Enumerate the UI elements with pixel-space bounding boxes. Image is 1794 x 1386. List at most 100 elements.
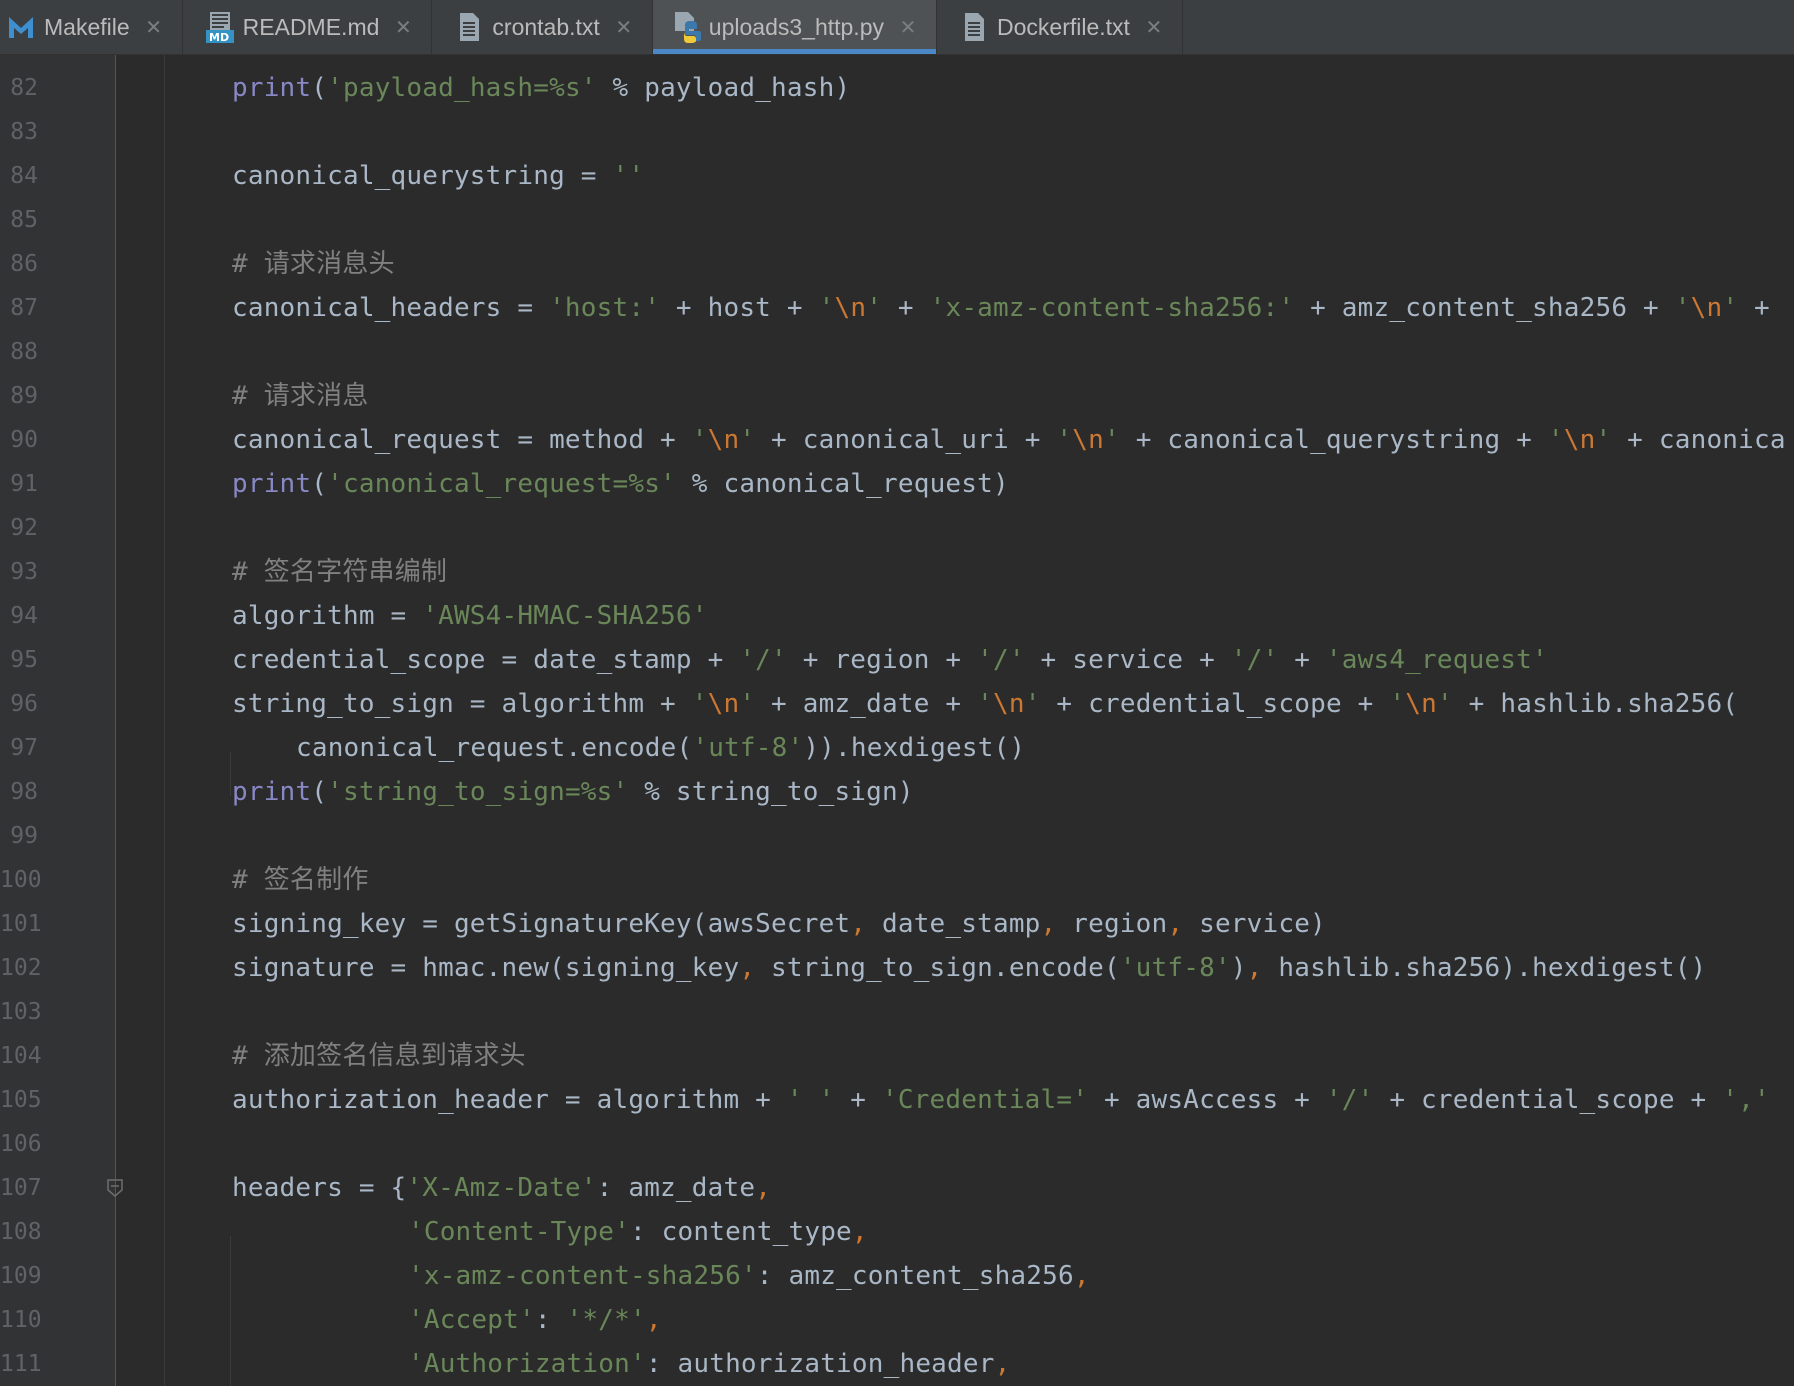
code-line: 97 canonical_request.encode('utf-8')).he… <box>0 726 1794 770</box>
code-text: 'Content-Type': content_type, <box>408 1217 868 1247</box>
line-number: 93 <box>10 559 38 585</box>
tab-label: Makefile <box>44 13 130 40</box>
line-number: 107 <box>0 1175 42 1201</box>
close-icon[interactable]: ✕ <box>144 15 164 39</box>
line-number: 104 <box>0 1043 42 1069</box>
line-number: 111 <box>0 1351 42 1377</box>
code-text: string_to_sign = algorithm + '\n' + amz_… <box>232 689 1739 719</box>
makefile-icon <box>6 11 36 43</box>
code-comment: # 签名字符串编制 <box>232 557 448 587</box>
code-line: 95 credential_scope = date_stamp + '/' +… <box>0 638 1794 682</box>
code-line: 91 print('canonical_request=%s' % canoni… <box>0 462 1794 506</box>
code-line: 92 <box>0 506 1794 550</box>
line-number: 99 <box>10 823 38 849</box>
code-line: 106 <box>0 1122 1794 1166</box>
line-number: 105 <box>0 1087 42 1113</box>
code-comment: # 添加签名信息到请求头 <box>232 1041 526 1071</box>
code-text: print('canonical_request=%s' % canonical… <box>232 469 1009 499</box>
code-line: 86 # 请求消息头 <box>0 242 1794 286</box>
code-text: 'Accept': '*/*', <box>408 1305 662 1335</box>
code-text: print('payload_hash=%s' % payload_hash) <box>232 73 851 103</box>
code-line: 89 # 请求消息 <box>0 374 1794 418</box>
code-text: signature = hmac.new(signing_key, string… <box>232 953 1707 983</box>
code-line: 99 <box>0 814 1794 858</box>
line-number: 90 <box>10 427 38 453</box>
code-line: 94 algorithm = 'AWS4-HMAC-SHA256' <box>0 594 1794 638</box>
line-number: 103 <box>0 999 42 1025</box>
code-line: 98 print('string_to_sign=%s' % string_to… <box>0 770 1794 814</box>
line-number: 85 <box>10 207 38 233</box>
text-file-icon <box>454 11 484 43</box>
editor-tab-bar: Makefile ✕ MD README.md ✕ crontab.txt ✕ <box>0 0 1794 55</box>
code-text: print('string_to_sign=%s' % string_to_si… <box>232 777 914 807</box>
code-text: credential_scope = date_stamp + '/' + re… <box>232 645 1548 675</box>
code-text: headers = {'X-Amz-Date': amz_date, <box>232 1173 772 1203</box>
code-line: 87 canonical_headers = 'host:' + host + … <box>0 286 1794 330</box>
code-line: 83 <box>0 110 1794 154</box>
tab-label: crontab.txt <box>492 13 600 40</box>
line-number: 108 <box>0 1219 42 1245</box>
code-line: 96 string_to_sign = algorithm + '\n' + a… <box>0 682 1794 726</box>
code-text: canonical_request.encode('utf-8')).hexdi… <box>296 733 1026 763</box>
python-icon <box>671 11 701 43</box>
tab-dockerfile[interactable]: Dockerfile.txt ✕ <box>937 0 1183 54</box>
line-number: 96 <box>10 691 38 717</box>
tab-label: Dockerfile.txt <box>997 13 1130 40</box>
code-line: 108 'Content-Type': content_type, <box>0 1210 1794 1254</box>
svg-text:MD: MD <box>209 31 229 43</box>
tab-crontab[interactable]: crontab.txt ✕ <box>432 0 653 54</box>
code-line: 110 'Accept': '*/*', <box>0 1298 1794 1342</box>
line-number: 91 <box>10 471 38 497</box>
code-line: 102 signature = hmac.new(signing_key, st… <box>0 946 1794 990</box>
line-number: 86 <box>10 251 38 277</box>
code-line: 105 authorization_header = algorithm + '… <box>0 1078 1794 1122</box>
line-number: 110 <box>0 1307 42 1333</box>
code-comment: # 请求消息头 <box>232 249 395 279</box>
close-icon[interactable]: ✕ <box>1144 15 1164 39</box>
close-icon[interactable]: ✕ <box>393 15 413 39</box>
code-comment: # 请求消息 <box>232 381 369 411</box>
code-text: signing_key = getSignatureKey(awsSecret,… <box>232 909 1326 939</box>
tab-label: uploads3_http.py <box>708 13 884 40</box>
line-number: 92 <box>10 515 38 541</box>
code-line: 107 headers = {'X-Amz-Date': amz_date, <box>0 1166 1794 1210</box>
tab-readme[interactable]: MD README.md ✕ <box>183 0 433 54</box>
line-number: 109 <box>0 1263 42 1289</box>
code-comment: # 签名制作 <box>232 865 369 895</box>
code-line: 104 # 添加签名信息到请求头 <box>0 1034 1794 1078</box>
tab-label: README.md <box>242 13 380 40</box>
text-file-icon <box>959 11 989 43</box>
line-number: 94 <box>10 603 38 629</box>
code-text: 'Authorization': authorization_header, <box>408 1349 1011 1379</box>
code-line: 100 # 签名制作 <box>0 858 1794 902</box>
code-line: 93 # 签名字符串编制 <box>0 550 1794 594</box>
line-number: 100 <box>0 867 42 893</box>
code-editor[interactable]: 82 print('payload_hash=%s' % payload_has… <box>0 55 1794 1386</box>
line-number: 87 <box>10 295 38 321</box>
code-line: 85 <box>0 198 1794 242</box>
line-number: 106 <box>0 1131 42 1157</box>
code-line: 111 'Authorization': authorization_heade… <box>0 1342 1794 1386</box>
line-number: 88 <box>10 339 38 365</box>
code-line: 84 canonical_querystring = '' <box>0 154 1794 198</box>
line-number: 84 <box>10 163 38 189</box>
line-number: 82 <box>10 75 38 101</box>
code-text: canonical_request = method + '\n' + cano… <box>232 425 1786 455</box>
code-text: authorization_header = algorithm + ' ' +… <box>232 1085 1770 1115</box>
tab-uploads3-http[interactable]: uploads3_http.py ✕ <box>652 0 937 54</box>
line-number: 89 <box>10 383 38 409</box>
line-number: 101 <box>0 911 42 937</box>
code-line: 88 <box>0 330 1794 374</box>
line-number: 98 <box>10 779 38 805</box>
close-icon[interactable]: ✕ <box>614 15 634 39</box>
code-line: 101 signing_key = getSignatureKey(awsSec… <box>0 902 1794 946</box>
markdown-icon: MD <box>205 11 235 43</box>
line-number: 102 <box>0 955 42 981</box>
tab-makefile[interactable]: Makefile ✕ <box>0 0 183 54</box>
line-number: 83 <box>10 119 38 145</box>
close-icon[interactable]: ✕ <box>898 15 918 39</box>
code-text: 'x-amz-content-sha256': amz_content_sha2… <box>408 1261 1090 1291</box>
code-text: canonical_headers = 'host:' + host + '\n… <box>232 293 1786 323</box>
code-line: 90 canonical_request = method + '\n' + c… <box>0 418 1794 462</box>
code-text: canonical_querystring = '' <box>232 161 645 191</box>
